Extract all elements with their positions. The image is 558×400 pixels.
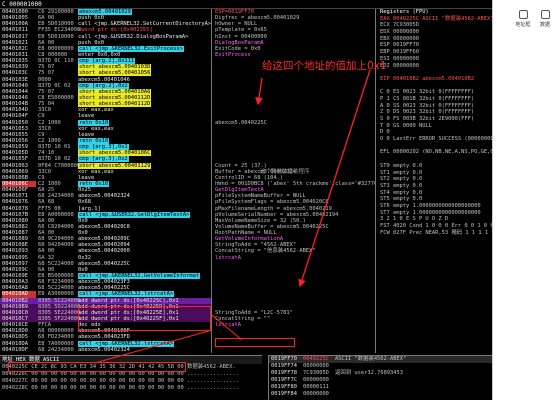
annotation-sub: 这个就是装驱动程序 <box>260 169 310 175</box>
side-panel: 地址框 数据 <box>492 0 558 400</box>
annotation-main: 给这四个地址的值加上0x1 <box>262 60 387 72</box>
side-button-label-1: 数据 <box>539 22 550 28</box>
side-button-label-0: 地址框 <box>515 22 531 28</box>
data-icon <box>540 10 550 19</box>
side-button-0[interactable]: 地址框 <box>513 10 533 28</box>
side-button-1[interactable]: 数据 <box>535 10 555 28</box>
address-icon <box>518 10 528 19</box>
